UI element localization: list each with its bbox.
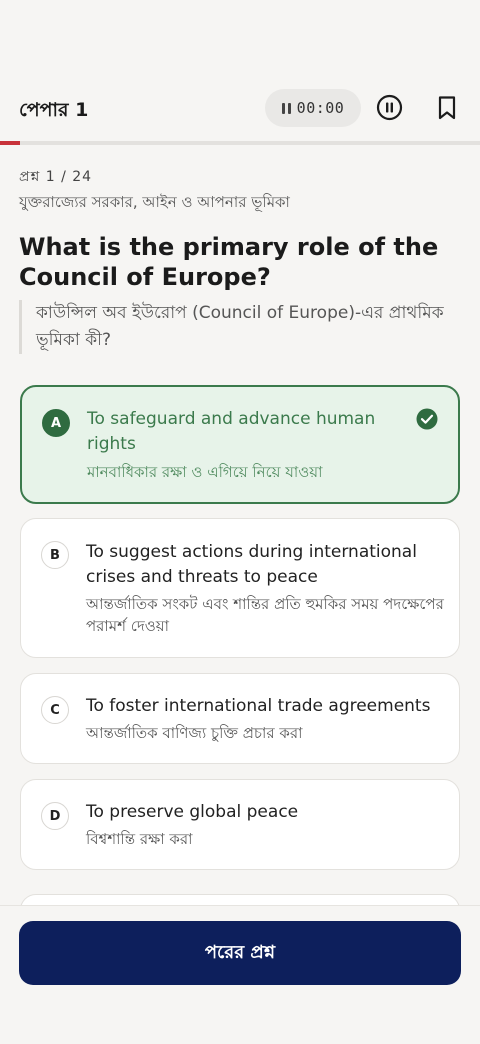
- timer-value: 00:00: [296, 99, 345, 117]
- bookmark-icon: [438, 96, 456, 120]
- option-translation: বিশ্বশান্তি রক্ষা করা: [86, 830, 193, 848]
- option-c[interactable]: C To foster international trade agreemen…: [20, 673, 460, 764]
- check-circle-icon: [416, 408, 438, 430]
- option-text: To foster international trade agreements: [86, 696, 431, 716]
- option-letter: D: [41, 802, 69, 830]
- next-question-button[interactable]: পরের প্রশ্ন: [19, 921, 461, 985]
- option-text: To suggest actions during international …: [86, 542, 417, 587]
- option-letter: B: [41, 541, 69, 569]
- timer-pill[interactable]: 00:00: [265, 89, 361, 127]
- app-header: পেপার 1 00:00: [0, 0, 480, 142]
- bottom-bar: পরের প্রশ্ন: [0, 905, 480, 1044]
- page-title: পেপার 1: [19, 99, 89, 121]
- progress-bar: [0, 141, 480, 145]
- option-letter: A: [42, 409, 70, 437]
- progress-fill: [0, 141, 21, 145]
- option-translation: মানবাধিকার রক্ষা ও এগিয়ে নিয়ে যাওয়া: [87, 463, 323, 481]
- option-letter: C: [41, 696, 69, 724]
- bookmark-button[interactable]: [436, 95, 458, 121]
- question-counter: প্রশ্ন 1 / 24: [19, 169, 93, 185]
- option-text: To safeguard and advance human rights: [87, 409, 376, 454]
- option-b[interactable]: B To suggest actions during internationa…: [20, 518, 460, 658]
- option-d[interactable]: D To preserve global peace বিশ্বশান্তি র…: [20, 779, 460, 870]
- pause-button[interactable]: [376, 94, 403, 121]
- question-text: What is the primary role of the Council …: [19, 233, 439, 291]
- option-text: To preserve global peace: [86, 802, 299, 822]
- option-translation: আন্তর্জাতিক সংকট এবং শান্তির প্রতি হুমকি…: [86, 595, 444, 635]
- option-a[interactable]: A To safeguard and advance human rights …: [20, 385, 460, 504]
- pause-glyph-icon: [281, 102, 291, 114]
- pause-circle-icon: [376, 94, 403, 121]
- question-translation: কাউন্সিল অব ইউরোপ (Council of Europe)-এর…: [19, 300, 449, 354]
- option-translation: আন্তর্জাতিক বাণিজ্য চুক্তি প্রচার করা: [86, 724, 303, 742]
- question-category: যুক্তরাজ্যের সরকার, আইন ও আপনার ভূমিকা: [19, 193, 290, 211]
